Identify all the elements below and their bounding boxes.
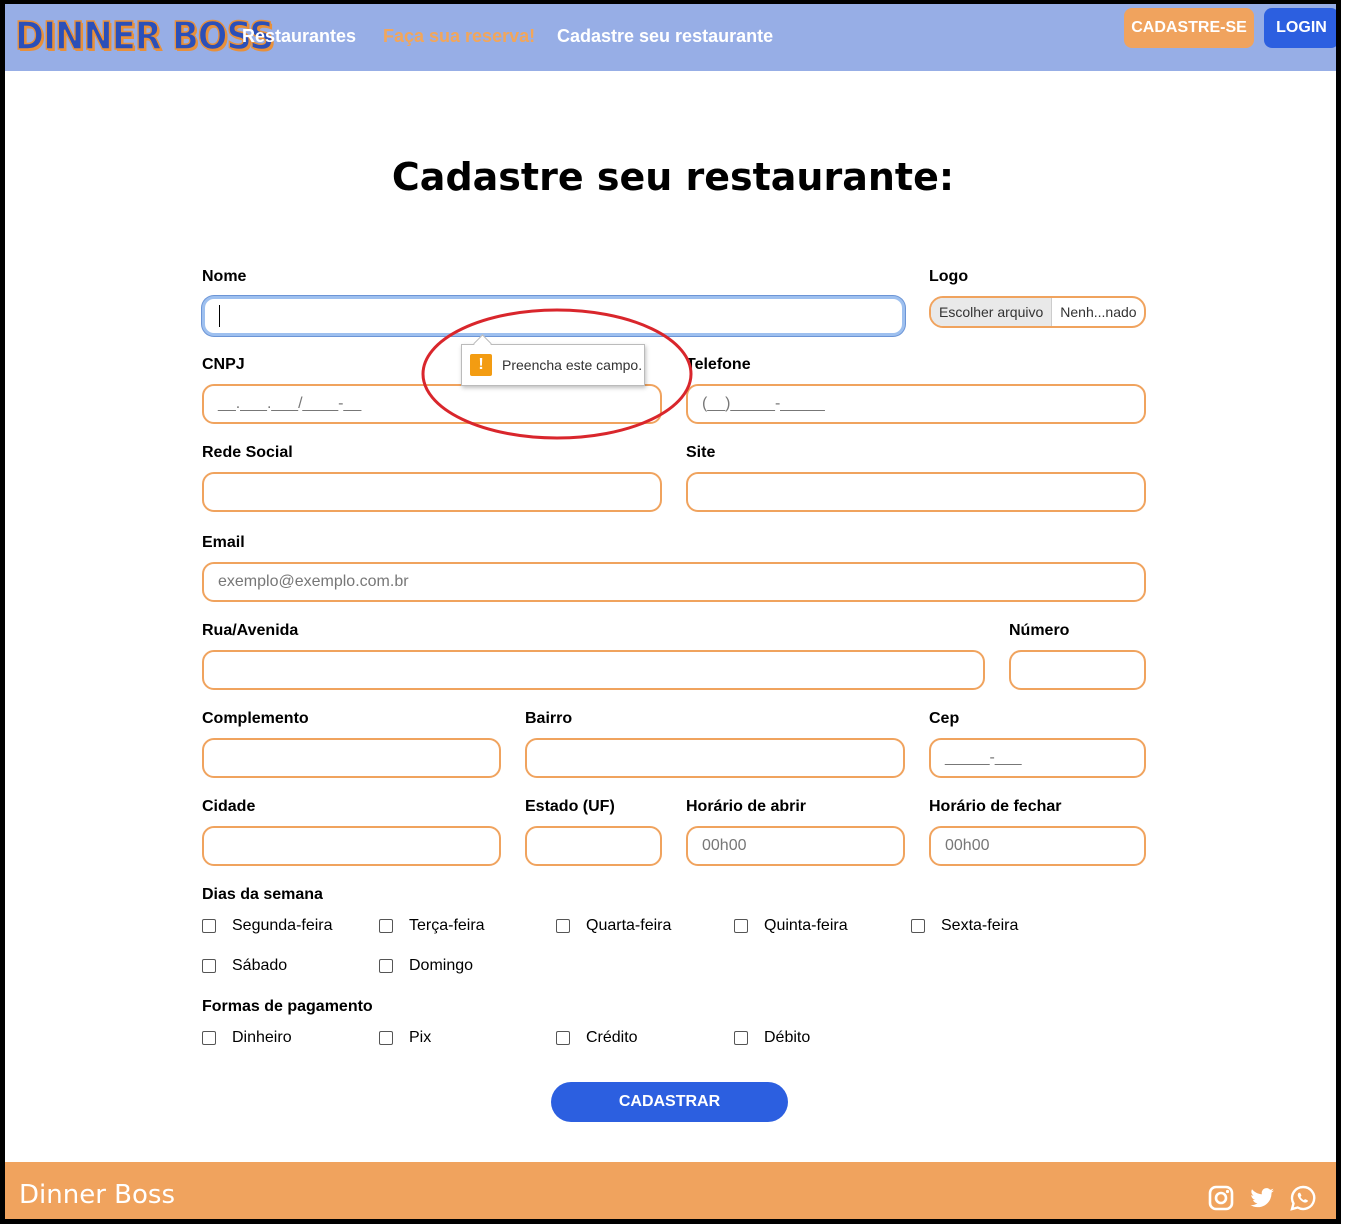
text-caret	[219, 305, 220, 327]
checkbox-label: Pix	[409, 1029, 432, 1046]
nav-cadastre-restaurante[interactable]: Cadastre seu restaurante	[557, 26, 773, 47]
checkbox-box[interactable]	[379, 919, 393, 933]
checkbox-label: Débito	[764, 1029, 811, 1046]
nome-label: Nome	[202, 268, 247, 285]
footer-brand: Dinner Boss	[19, 1180, 175, 1210]
telefone-label: Telefone	[686, 356, 751, 373]
validation-tooltip: ! Preencha este campo.	[461, 344, 645, 386]
estado-input[interactable]	[525, 826, 662, 866]
pagamento-label: Formas de pagamento	[202, 998, 373, 1015]
signup-button[interactable]: CADASTRE-SE	[1124, 8, 1254, 48]
cidade-input[interactable]	[202, 826, 501, 866]
navbar: DINNER BOSS Restaurantes Faça sua reserv…	[5, 4, 1339, 71]
cep-label: Cep	[929, 710, 960, 727]
window-border-bottom	[0, 1219, 1341, 1224]
complemento-label: Complemento	[202, 710, 309, 727]
logo-file-input[interactable]: Escolher arquivo Nenh...nado	[929, 296, 1146, 328]
checkbox-label: Quinta-feira	[764, 917, 848, 934]
checkbox-label: Terça-feira	[409, 917, 485, 934]
checkbox-box[interactable]	[556, 919, 570, 933]
dias-label: Dias da semana	[202, 886, 323, 903]
numero-label: Número	[1009, 622, 1070, 639]
checkbox-quarta[interactable]: Quarta-feira	[556, 917, 671, 935]
window-border-top	[0, 0, 1341, 4]
cep-input[interactable]: _____-___	[929, 738, 1146, 778]
logo-label: Logo	[929, 268, 969, 285]
checkbox-label: Domingo	[409, 957, 474, 974]
checkbox-box[interactable]	[202, 919, 216, 933]
rede-social-input[interactable]	[202, 472, 662, 512]
file-name: Nenh...nado	[1060, 304, 1137, 320]
abrir-input[interactable]: 00h00	[686, 826, 905, 866]
checkbox-label: Segunda-feira	[232, 917, 333, 934]
site-input[interactable]	[686, 472, 1146, 512]
checkbox-box[interactable]	[379, 959, 393, 973]
login-button[interactable]: LOGIN	[1264, 8, 1339, 48]
checkbox-label: Quarta-feira	[586, 917, 672, 934]
window-border-left	[0, 0, 5, 1224]
checkbox-label: Dinheiro	[232, 1029, 292, 1046]
nav-reserva[interactable]: Faça sua reserva!	[383, 26, 535, 47]
checkbox-box[interactable]	[734, 1031, 748, 1045]
checkbox-domingo[interactable]: Domingo	[379, 957, 473, 975]
bairro-input[interactable]	[525, 738, 905, 778]
checkbox-quinta[interactable]: Quinta-feira	[734, 917, 848, 935]
cadastrar-button[interactable]: CADASTRAR	[551, 1082, 788, 1122]
checkbox-sexta[interactable]: Sexta-feira	[911, 917, 1018, 935]
fechar-label: Horário de fechar	[929, 798, 1062, 815]
checkbox-debito[interactable]: Débito	[734, 1029, 810, 1047]
email-label: Email	[202, 534, 245, 551]
choose-file-button[interactable]: Escolher arquivo	[931, 298, 1053, 326]
checkbox-sabado[interactable]: Sábado	[202, 957, 287, 975]
brand-logo[interactable]: DINNER BOSS	[14, 13, 275, 59]
cnpj-label: CNPJ	[202, 356, 245, 373]
checkbox-box[interactable]	[202, 959, 216, 973]
whatsapp-icon[interactable]	[1289, 1184, 1317, 1212]
checkbox-pix[interactable]: Pix	[379, 1029, 431, 1047]
telefone-input[interactable]: (__)_____-_____	[686, 384, 1146, 424]
estado-label: Estado (UF)	[525, 798, 615, 815]
rua-input[interactable]	[202, 650, 985, 690]
bairro-label: Bairro	[525, 710, 573, 727]
checkbox-credito[interactable]: Crédito	[556, 1029, 638, 1047]
site-label: Site	[686, 444, 716, 461]
page-title: Cadastre seu restaurante:	[391, 155, 955, 199]
rede-social-label: Rede Social	[202, 444, 293, 461]
nav-restaurantes[interactable]: Restaurantes	[242, 26, 356, 47]
twitter-icon[interactable]	[1248, 1184, 1276, 1212]
email-input[interactable]: exemplo@exemplo.com.br	[202, 562, 1146, 602]
window-border-right	[1336, 0, 1341, 1224]
instagram-icon[interactable]	[1207, 1184, 1235, 1212]
checkbox-box[interactable]	[734, 919, 748, 933]
checkbox-segunda[interactable]: Segunda-feira	[202, 917, 333, 935]
complemento-input[interactable]	[202, 738, 501, 778]
checkbox-dinheiro[interactable]: Dinheiro	[202, 1029, 292, 1047]
tooltip-text: Preencha este campo.	[502, 357, 643, 373]
checkbox-box[interactable]	[202, 1031, 216, 1045]
rua-label: Rua/Avenida	[202, 622, 299, 639]
checkbox-label: Crédito	[586, 1029, 638, 1046]
checkbox-box[interactable]	[911, 919, 925, 933]
checkbox-box[interactable]	[556, 1031, 570, 1045]
cnpj-input[interactable]: __.___.___/____-__	[202, 384, 662, 424]
checkbox-terca[interactable]: Terça-feira	[379, 917, 485, 935]
checkbox-box[interactable]	[379, 1031, 393, 1045]
cidade-label: Cidade	[202, 798, 256, 815]
numero-input[interactable]	[1009, 650, 1146, 690]
checkbox-label: Sexta-feira	[941, 917, 1019, 934]
checkbox-label: Sábado	[232, 957, 288, 974]
fechar-input[interactable]: 00h00	[929, 826, 1146, 866]
warning-icon: !	[470, 354, 492, 376]
nome-input[interactable]	[202, 296, 905, 336]
abrir-label: Horário de abrir	[686, 798, 807, 815]
footer: Dinner Boss	[5, 1162, 1336, 1219]
